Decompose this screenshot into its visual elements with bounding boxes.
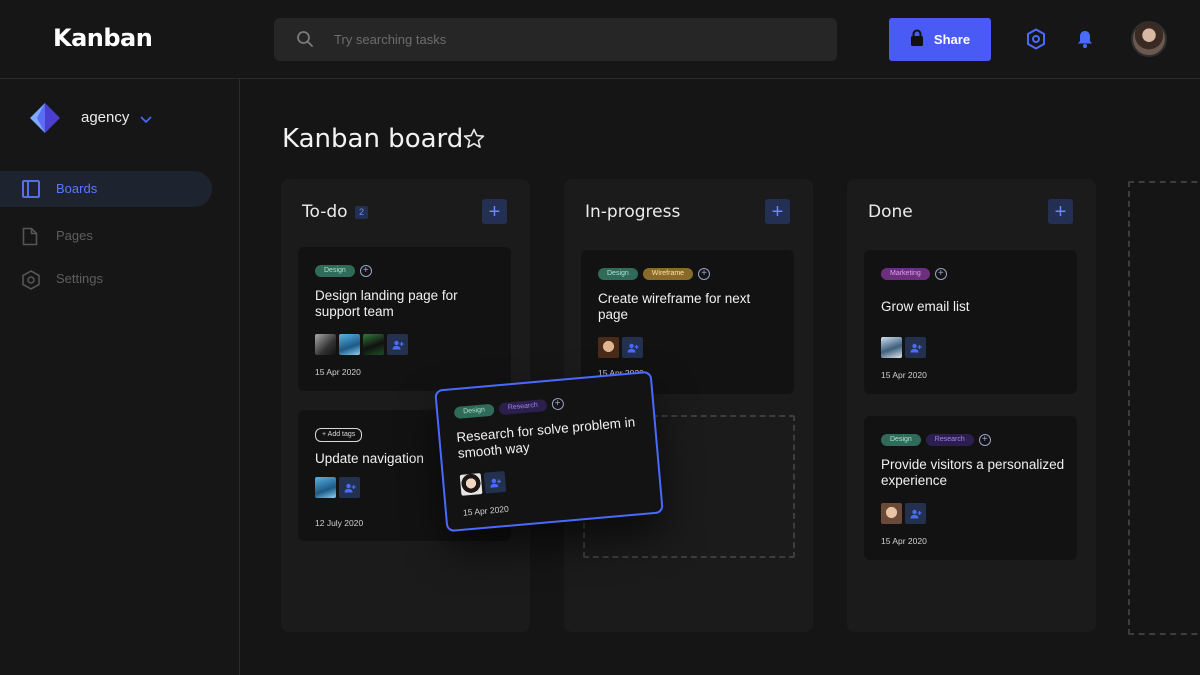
card-date: 15 Apr 2020 — [881, 536, 927, 546]
card-date: 15 Apr 2020 — [315, 367, 361, 377]
assignee-avatar[interactable] — [315, 477, 336, 498]
sidebar-item-pages[interactable]: Pages — [0, 218, 212, 254]
star-icon[interactable] — [463, 128, 485, 154]
add-person-icon — [910, 343, 922, 352]
tag-marketing[interactable]: Marketing — [881, 268, 930, 280]
workspace-name[interactable]: agency — [81, 109, 129, 126]
task-card[interactable]: Design + Design landing page for support… — [298, 247, 511, 391]
bell-icon[interactable] — [1075, 29, 1095, 54]
add-person-icon — [627, 343, 639, 352]
card-date: 15 Apr 2020 — [881, 370, 927, 380]
dragging-task-card[interactable]: Design Research + Research for solve pro… — [434, 370, 664, 533]
share-label: Share — [933, 32, 971, 47]
sidebar-item-label: Boards — [56, 181, 98, 196]
add-assignee-button[interactable] — [339, 477, 360, 498]
assignee-avatar[interactable] — [881, 337, 902, 358]
card-title: Create wireframe for next page — [598, 291, 751, 322]
add-person-icon — [910, 509, 922, 518]
page-title: Kanban board — [282, 124, 464, 154]
add-person-icon — [489, 478, 501, 488]
card-title: Provide visitors a personalized experien… — [881, 457, 1065, 488]
add-tag-icon[interactable]: + — [978, 434, 991, 446]
sidebar-item-label: Pages — [56, 228, 93, 243]
add-assignee-button[interactable] — [905, 503, 926, 524]
add-tag-icon[interactable]: + — [551, 397, 565, 411]
assignee-avatar[interactable] — [598, 337, 619, 358]
task-count-badge: 2 — [355, 206, 368, 219]
tag-wireframe[interactable]: Wireframe — [642, 268, 694, 280]
add-assignee-button[interactable] — [905, 337, 926, 358]
sidebar-item-label: Settings — [56, 271, 103, 286]
add-task-button[interactable]: + — [1048, 199, 1073, 224]
sidebar-item-boards[interactable]: Boards — [0, 171, 212, 207]
assignee-avatar[interactable] — [339, 334, 360, 355]
add-tag-icon[interactable]: + — [698, 268, 711, 280]
column-title: In-progress — [585, 202, 681, 222]
add-assignee-button[interactable] — [483, 470, 507, 494]
tag-design[interactable]: Design — [453, 403, 495, 420]
add-task-button[interactable]: + — [765, 199, 790, 224]
sidebar: agency Boards Pages Settings — [0, 79, 240, 675]
search-icon — [296, 30, 314, 53]
add-assignee-button[interactable] — [387, 334, 408, 355]
task-card[interactable]: Design Research + Provide visitors a per… — [864, 416, 1077, 560]
share-button[interactable]: Share — [889, 18, 991, 61]
column-done: Done + Marketing + Grow email list 15 Ap… — [847, 179, 1096, 632]
column-title: Done — [868, 202, 913, 222]
card-title: Research for solve problem in smooth way — [455, 414, 636, 461]
add-assignee-button[interactable] — [622, 337, 643, 358]
card-date: 15 Apr 2020 — [462, 503, 510, 518]
tag-research[interactable]: Research — [925, 434, 974, 446]
lock-icon — [910, 29, 924, 50]
page-icon — [22, 227, 38, 249]
task-card[interactable]: Design Wireframe + Create wireframe for … — [581, 250, 794, 394]
add-task-button[interactable]: + — [482, 199, 507, 224]
assignee-avatar[interactable] — [881, 503, 902, 524]
user-avatar[interactable] — [1131, 21, 1167, 57]
top-bar: Kanban Share — [0, 0, 1200, 79]
tag-research[interactable]: Research — [498, 399, 548, 416]
card-title: Grow email list — [881, 299, 970, 314]
tag-design[interactable]: Design — [881, 434, 921, 446]
app-logo[interactable]: Kanban — [53, 24, 153, 52]
search-input[interactable] — [334, 18, 814, 61]
board-icon — [22, 180, 40, 201]
add-column-placeholder[interactable] — [1128, 181, 1200, 635]
column-title: To-do — [302, 202, 348, 222]
add-tag-icon[interactable]: + — [359, 265, 372, 277]
add-person-icon — [344, 483, 356, 492]
card-title: Design landing page for support team — [315, 288, 458, 319]
settings-hexagon-icon[interactable] — [1026, 28, 1046, 55]
chevron-down-icon[interactable] — [140, 111, 152, 129]
hexagon-settings-icon — [22, 270, 40, 293]
assignee-avatar[interactable] — [459, 473, 483, 496]
assignee-avatar[interactable] — [363, 334, 384, 355]
add-tag-icon[interactable]: + — [934, 268, 947, 280]
tag-design[interactable]: Design — [598, 268, 638, 280]
add-person-icon — [392, 340, 404, 349]
workspace-logo-icon — [29, 103, 61, 138]
add-tags-button[interactable]: + Add tags — [315, 428, 363, 442]
card-date: 12 July 2020 — [315, 518, 364, 528]
sidebar-item-settings[interactable]: Settings — [0, 261, 212, 297]
task-card[interactable]: Marketing + Grow email list 15 Apr 2020 — [864, 250, 1077, 394]
tag-design[interactable]: Design — [315, 265, 355, 277]
search-bar[interactable] — [274, 18, 837, 61]
assignee-avatar[interactable] — [315, 334, 336, 355]
